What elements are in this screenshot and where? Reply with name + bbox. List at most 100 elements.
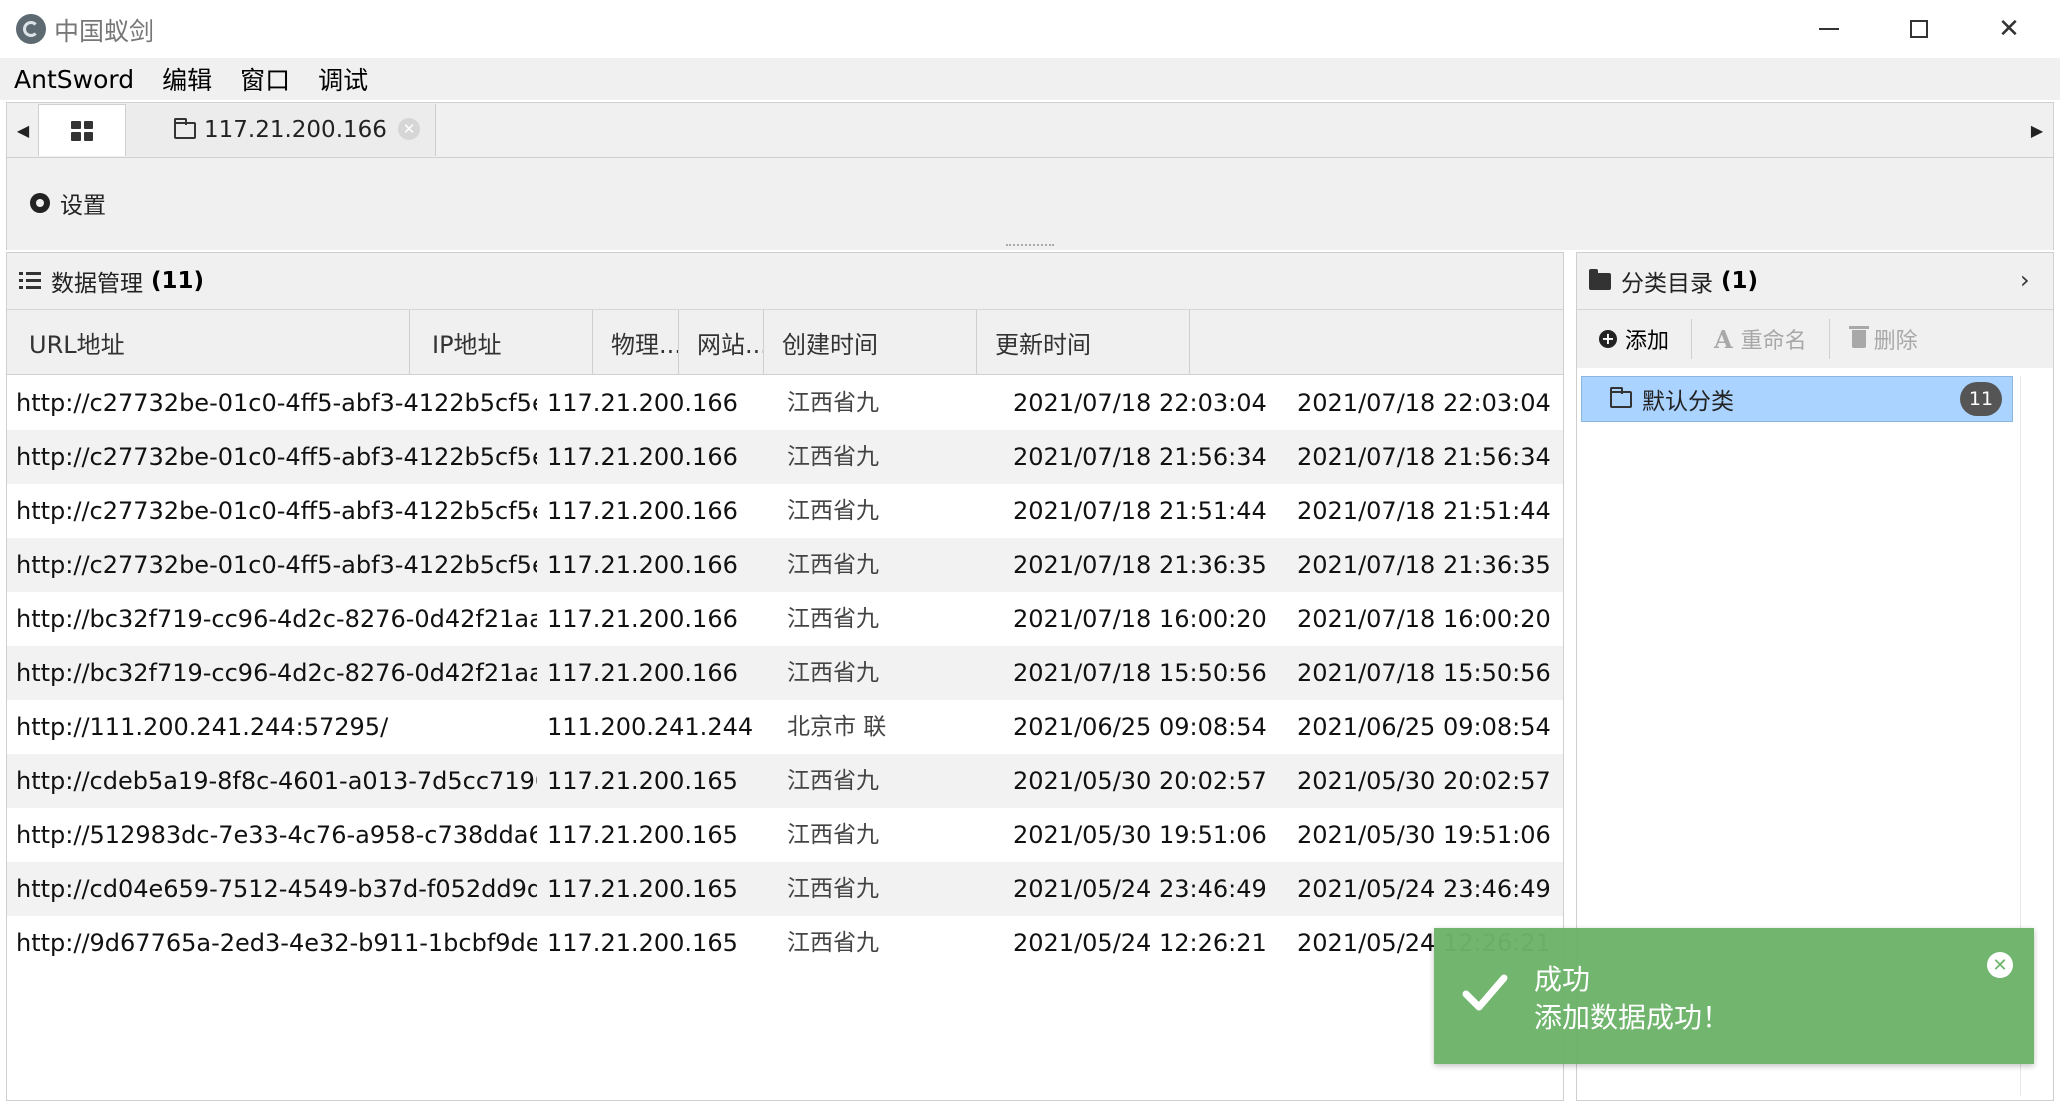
table-row[interactable]: http://bc32f719-cc96-4d2c-8276-0d42f21aa…: [7, 592, 1563, 646]
category-count-badge: 11: [1960, 382, 2002, 416]
cell-site: [889, 376, 1001, 430]
cell-created: 2021/05/30 20:02:57: [1013, 767, 1267, 795]
tab-shell[interactable]: 117.21.200.166 ✕: [126, 104, 436, 156]
grid-header: URL地址 IP地址 物理... 网站... 创建时间 更新时间: [7, 310, 1563, 375]
folder-icon: [1589, 268, 1611, 290]
collapse-panel-icon[interactable]: ›: [2020, 266, 2030, 294]
plus-circle-icon: +: [1599, 330, 1617, 348]
rename-category-label: 重命名: [1740, 329, 1807, 354]
data-manager-header: 数据管理 (11): [7, 253, 1563, 310]
table-row[interactable]: http://9d67765a-2ed3-4e32-b911-1bcbf9de2…: [7, 916, 1563, 970]
category-count: (1): [1721, 268, 1759, 294]
cell-ip: 117.21.200.166: [547, 497, 738, 525]
cell-created: 2021/07/18 21:56:34: [1013, 443, 1267, 471]
cell-updated: 2021/05/24 23:46:49: [1297, 875, 1551, 903]
column-header-ip[interactable]: IP地址: [410, 310, 593, 374]
tab-scroll-right-icon[interactable]: ▶: [2022, 102, 2052, 158]
minimize-button[interactable]: [1784, 0, 1874, 58]
tab-home[interactable]: [38, 104, 126, 156]
delete-category-button[interactable]: 删除: [1830, 319, 1940, 359]
cell-ip: 117.21.200.165: [547, 767, 738, 795]
add-category-label: 添加: [1625, 329, 1670, 354]
maximize-button[interactable]: [1874, 0, 1964, 58]
trash-icon: [1848, 326, 1869, 348]
cell-location: 江西省九: [787, 930, 879, 956]
panel-splitter[interactable]: [1006, 244, 1054, 248]
cell-site: [889, 592, 1001, 646]
close-window-button[interactable]: ✕: [1964, 0, 2054, 58]
cell-site: [889, 430, 1001, 484]
column-header-site[interactable]: 网站...: [679, 310, 764, 374]
toolbar: [6, 158, 2054, 250]
table-row[interactable]: http://c27732be-01c0-4ff5-abf3-4122b5cf5…: [7, 484, 1563, 538]
menu-debug[interactable]: 调试: [304, 61, 382, 97]
cell-ip: 117.21.200.165: [547, 875, 738, 903]
category-toolbar: + 添加 A 重命名 删除: [1577, 310, 2053, 368]
add-category-button[interactable]: + 添加: [1577, 319, 1693, 359]
list-icon: [19, 272, 41, 290]
cell-ip: 117.21.200.166: [547, 605, 738, 633]
cell-url: http://bc32f719-cc96-4d2c-8276-0d42f21aa…: [16, 605, 537, 633]
maximize-icon: [1910, 20, 1928, 38]
cell-url: http://cd04e659-7512-4549-b37d-f052dd9d0: [16, 875, 537, 903]
table-row[interactable]: http://111.200.241.244:57295/111.200.241…: [7, 700, 1563, 754]
category-header: 分类目录 (1): [1577, 253, 2053, 310]
cell-ip: 117.21.200.166: [547, 551, 738, 579]
delete-category-label: 删除: [1873, 329, 1918, 354]
settings-button[interactable]: 设置: [30, 186, 106, 220]
folder-icon: [174, 117, 196, 139]
tab-scroll-left-icon[interactable]: ◀: [8, 102, 38, 158]
cell-site: [889, 484, 1001, 538]
gear-icon: [30, 193, 50, 213]
tab-close-icon[interactable]: ✕: [398, 118, 420, 140]
cell-ip: 117.21.200.165: [547, 929, 738, 957]
cell-site: [889, 808, 1001, 862]
column-header-updated[interactable]: 更新时间: [977, 310, 1190, 374]
cell-url: http://bc32f719-cc96-4d2c-8276-0d42f21aa…: [16, 659, 537, 687]
table-row[interactable]: http://512983dc-7e33-4c76-a958-c738dda6c…: [7, 808, 1563, 862]
cell-created: 2021/05/24 12:26:21: [1013, 929, 1267, 957]
grid-icon: [71, 120, 93, 141]
table-row[interactable]: http://cd04e659-7512-4549-b37d-f052dd9d0…: [7, 862, 1563, 916]
table-row[interactable]: http://cdeb5a19-8f8c-4601-a013-7d5cc7190…: [7, 754, 1563, 808]
rename-category-button[interactable]: A 重命名: [1692, 319, 1830, 359]
cell-created: 2021/07/18 22:03:04: [1013, 389, 1267, 417]
data-manager-title: 数据管理: [51, 271, 143, 297]
cell-url: http://c27732be-01c0-4ff5-abf3-4122b5cf5…: [16, 497, 537, 525]
title-bar: [0, 0, 2060, 58]
menu-window[interactable]: 窗口: [226, 61, 304, 97]
cell-updated: 2021/07/18 15:50:56: [1297, 659, 1551, 687]
column-header-url[interactable]: URL地址: [7, 310, 410, 374]
cell-site: [889, 862, 1001, 916]
cell-ip: 117.21.200.166: [547, 443, 738, 471]
cell-created: 2021/05/24 23:46:49: [1013, 875, 1267, 903]
cell-created: 2021/05/30 19:51:06: [1013, 821, 1267, 849]
data-manager-count: (11): [151, 268, 205, 294]
cell-url: http://512983dc-7e33-4c76-a958-c738dda6c: [16, 821, 537, 849]
cell-site: [889, 754, 1001, 808]
cell-url: http://9d67765a-2ed3-4e32-b911-1bcbf9de2: [16, 929, 537, 957]
cell-site: [889, 646, 1001, 700]
cell-created: 2021/07/18 16:00:20: [1013, 605, 1267, 633]
cell-location: 江西省九: [787, 498, 879, 524]
grid-body: http://c27732be-01c0-4ff5-abf3-4122b5cf5…: [7, 376, 1563, 970]
column-header-location[interactable]: 物理...: [593, 310, 679, 374]
menu-edit[interactable]: 编辑: [148, 61, 226, 97]
toast-close-icon[interactable]: ✕: [1987, 952, 2013, 978]
cell-site: [889, 700, 1001, 754]
cell-ip: 117.21.200.166: [547, 389, 738, 417]
category-item-default[interactable]: 默认分类 11: [1581, 376, 2013, 422]
minimize-icon: [1819, 28, 1839, 30]
column-header-created[interactable]: 创建时间: [764, 310, 977, 374]
table-row[interactable]: http://c27732be-01c0-4ff5-abf3-4122b5cf5…: [7, 538, 1563, 592]
table-row[interactable]: http://c27732be-01c0-4ff5-abf3-4122b5cf5…: [7, 376, 1563, 430]
table-row[interactable]: http://bc32f719-cc96-4d2c-8276-0d42f21aa…: [7, 646, 1563, 700]
category-item-label: 默认分类: [1642, 389, 1734, 415]
toast-message: 添加数据成功！: [1534, 1001, 1731, 1034]
cell-location: 江西省九: [787, 552, 879, 578]
menu-antsword[interactable]: AntSword: [0, 65, 148, 94]
toast-title: 成功: [1534, 963, 1591, 996]
menu-bar: AntSword 编辑 窗口 调试: [0, 58, 2060, 100]
cell-site: [889, 538, 1001, 592]
table-row[interactable]: http://c27732be-01c0-4ff5-abf3-4122b5cf5…: [7, 430, 1563, 484]
